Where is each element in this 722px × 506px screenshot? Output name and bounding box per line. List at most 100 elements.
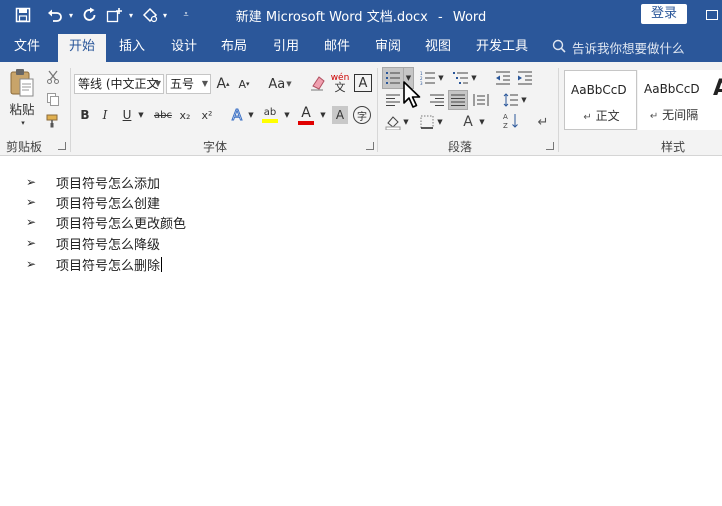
redo-icon[interactable] xyxy=(80,4,100,26)
list-item-text: 项目符号怎么创建 xyxy=(56,196,161,212)
format-painter-icon[interactable] xyxy=(44,112,62,130)
multilevel-dropdown-icon[interactable]: ▼ xyxy=(470,68,478,88)
style-normal[interactable]: AaBbCcD ↵ 正文 xyxy=(564,70,637,130)
font-size-combo[interactable]: 五号 ▼ xyxy=(166,74,211,94)
tab-references[interactable]: 引用 xyxy=(264,34,308,62)
subscript-icon[interactable]: x₂ xyxy=(176,106,194,124)
paste-dropdown-icon[interactable]: ▾ xyxy=(18,118,28,128)
underline-dropdown-icon[interactable]: ▼ xyxy=(136,106,146,124)
list-item[interactable]: ➢ 项目符号怎么降级 xyxy=(26,233,160,253)
character-border-icon[interactable]: A xyxy=(354,74,372,92)
line-spacing-dropdown-icon[interactable]: ▼ xyxy=(520,90,528,110)
paste-icon[interactable] xyxy=(8,68,36,98)
save-icon[interactable] xyxy=(12,4,34,26)
borders-icon[interactable] xyxy=(418,112,436,132)
style-normal-label: ↵ 正文 xyxy=(565,107,638,124)
text-effects-dropdown-icon[interactable]: ▼ xyxy=(246,106,256,124)
bullets-icon[interactable] xyxy=(382,67,404,89)
list-item[interactable]: ➢ 项目符号怎么删除 xyxy=(26,254,163,274)
arrow-bullet-icon: ➢ xyxy=(26,257,37,271)
customize-toolbar-icon[interactable]: ⩡ xyxy=(180,4,192,26)
grow-font-icon[interactable]: A ▴ xyxy=(214,75,232,93)
shading-dropdown-icon[interactable]: ▼ xyxy=(402,112,410,132)
tell-me-search[interactable]: 告诉我你想要做什么 xyxy=(552,34,685,60)
multilevel-list-icon[interactable] xyxy=(452,68,470,88)
tab-file[interactable]: 文件 xyxy=(5,34,49,62)
login-button[interactable]: 登录 xyxy=(641,4,687,24)
change-case-button[interactable]: Aa ▼ xyxy=(264,75,296,93)
phonetic-guide-icon[interactable]: wén 文 xyxy=(330,71,350,95)
highlight-icon[interactable]: ab xyxy=(260,104,280,126)
phonetic-guide-bottom: 文 xyxy=(334,81,346,94)
character-shading-icon[interactable]: A xyxy=(332,106,348,124)
clear-formatting-icon[interactable] xyxy=(308,73,328,93)
list-item-text: 项目符号怎么添加 xyxy=(56,176,161,192)
font-launcher-icon[interactable] xyxy=(366,142,374,150)
list-item[interactable]: ➢ 项目符号怎么创建 xyxy=(26,192,160,212)
lightbulb-icon xyxy=(552,39,566,56)
style-heading-partial[interactable]: A xyxy=(710,70,722,130)
insert-dropdown-icon[interactable]: ▾ xyxy=(126,4,136,26)
list-item[interactable]: ➢ 项目符号怎么添加 xyxy=(26,172,160,192)
undo-dropdown-icon[interactable]: ▾ xyxy=(66,4,76,26)
tab-developer[interactable]: 开发工具 xyxy=(470,34,534,62)
paragraph-group-label: 段落 xyxy=(448,140,473,154)
group-divider xyxy=(558,68,559,152)
font-color-icon[interactable]: A xyxy=(296,104,316,126)
insert-object-icon[interactable] xyxy=(104,4,126,26)
paragraph-mark-icon: ↵ xyxy=(649,111,659,122)
title-bar: ▾ ▾ ▾ ⩡ 新建 Microsoft Word 文档.docx - Word… xyxy=(0,0,722,30)
asian-layout-icon[interactable]: A xyxy=(458,112,478,132)
show-formatting-marks-icon[interactable]: ↵ xyxy=(534,112,552,132)
style-no-spacing[interactable]: AaBbCcD ↵ 无间隔 xyxy=(638,70,710,130)
font-size-value: 五号 xyxy=(170,77,195,91)
tab-design[interactable]: 设计 xyxy=(162,34,206,62)
line-spacing-icon[interactable] xyxy=(502,90,520,110)
italic-icon[interactable]: I xyxy=(98,106,112,124)
document-name: 新建 Microsoft Word 文档.docx xyxy=(235,10,428,25)
tab-layout[interactable]: 布局 xyxy=(212,34,256,62)
list-item[interactable]: ➢ 项目符号怎么更改颜色 xyxy=(26,212,186,232)
document-page[interactable]: ➢ 项目符号怎么添加 ➢ 项目符号怎么创建 ➢ 项目符号怎么更改颜色 ➢ 项目符… xyxy=(0,157,722,506)
ribbon-display-options-icon[interactable] xyxy=(706,10,718,20)
paste-label[interactable]: 粘贴 xyxy=(6,100,38,117)
font-color-bar xyxy=(298,120,314,125)
enclose-characters-icon[interactable]: 字 xyxy=(353,106,371,124)
tab-review[interactable]: 审阅 xyxy=(366,34,410,62)
superscript-icon[interactable]: x² xyxy=(198,106,216,124)
arrow-bullet-icon: ➢ xyxy=(26,195,37,209)
align-right-icon[interactable] xyxy=(428,90,446,110)
font-group-label: 字体 xyxy=(203,140,228,154)
shape-icon[interactable] xyxy=(140,4,160,26)
justify-icon[interactable] xyxy=(448,90,468,110)
paragraph-shading-icon[interactable] xyxy=(384,112,402,132)
style-no-spacing-preview: AaBbCcD xyxy=(644,82,700,96)
borders-dropdown-icon[interactable]: ▼ xyxy=(436,112,444,132)
tab-view[interactable]: 视图 xyxy=(416,34,460,62)
numbering-dropdown-icon[interactable]: ▼ xyxy=(437,68,445,88)
font-name-combo[interactable]: 等线 (中文正文 ▼ xyxy=(74,74,164,94)
asian-layout-dropdown-icon[interactable]: ▼ xyxy=(478,112,486,132)
tab-insert[interactable]: 插入 xyxy=(110,34,154,62)
distributed-icon[interactable] xyxy=(472,90,490,110)
paragraph-launcher-icon[interactable] xyxy=(546,142,554,150)
highlight-dropdown-icon[interactable]: ▼ xyxy=(282,106,292,124)
strikethrough-icon[interactable]: abc xyxy=(152,106,174,124)
copy-icon[interactable] xyxy=(44,90,62,108)
clipboard-launcher-icon[interactable] xyxy=(58,142,66,150)
shape-dropdown-icon[interactable]: ▾ xyxy=(160,4,170,26)
tab-home[interactable]: 开始 xyxy=(58,34,106,62)
sort-icon[interactable]: AZ xyxy=(502,110,520,132)
align-left-icon[interactable] xyxy=(383,90,403,110)
tab-mailings[interactable]: 邮件 xyxy=(315,34,359,62)
undo-icon[interactable] xyxy=(44,4,66,26)
decrease-indent-icon[interactable] xyxy=(493,68,513,88)
bold-icon[interactable]: B xyxy=(78,106,92,124)
font-color-dropdown-icon[interactable]: ▼ xyxy=(318,106,328,124)
underline-icon[interactable]: U xyxy=(120,106,134,124)
cut-icon[interactable] xyxy=(44,68,62,86)
clipboard-group-label: 剪贴板 xyxy=(6,140,43,154)
increase-indent-icon[interactable] xyxy=(515,68,535,88)
text-effects-icon[interactable]: A xyxy=(228,106,246,125)
shrink-font-icon[interactable]: A ▾ xyxy=(236,75,252,93)
